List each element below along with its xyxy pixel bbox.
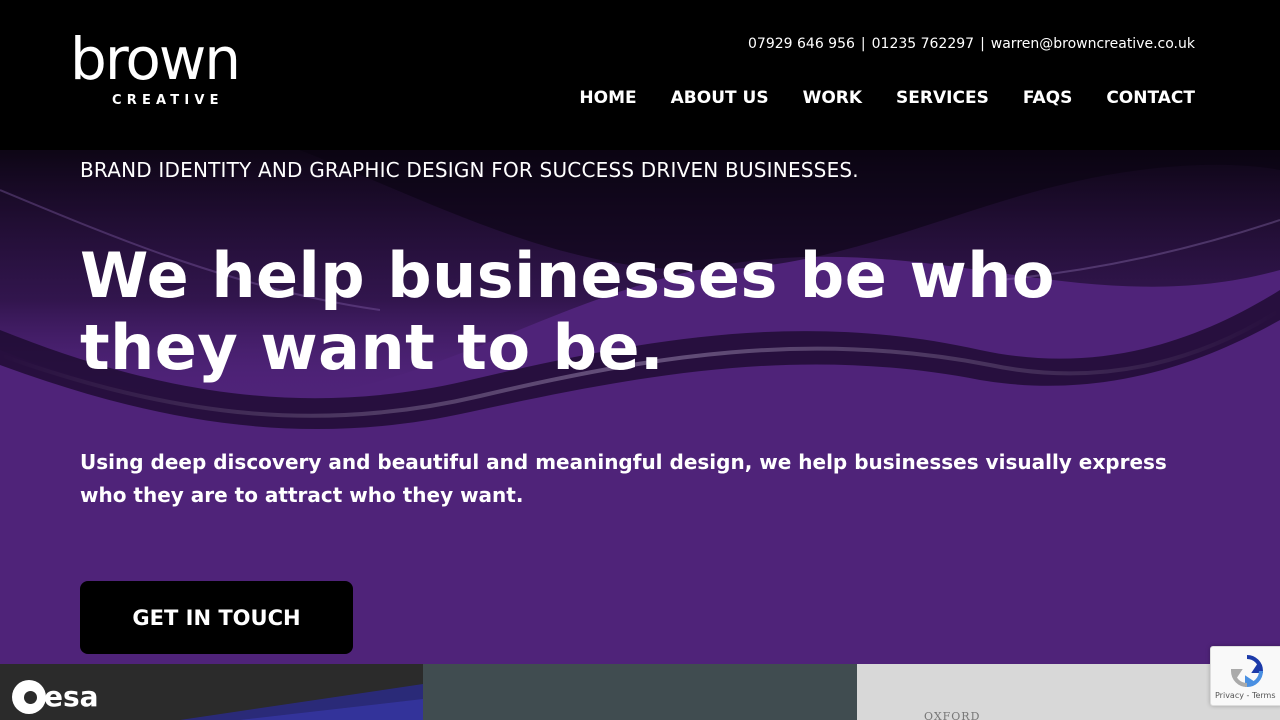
hero-section: BRAND IDENTITY AND GRAPHIC DESIGN FOR SU…	[0, 150, 1280, 664]
get-in-touch-button[interactable]: GET IN TOUCH	[80, 581, 353, 654]
phone-link-1[interactable]: 07929 646 956	[748, 36, 855, 52]
phone-link-2[interactable]: 01235 762297	[872, 36, 974, 52]
nav-item-faqs[interactable]: FAQS	[1023, 88, 1073, 108]
nav-item-contact[interactable]: CONTACT	[1106, 88, 1195, 108]
esa-mark-icon	[12, 680, 46, 714]
hero-tagline: BRAND IDENTITY AND GRAPHIC DESIGN FOR SU…	[80, 158, 859, 182]
hero-intro-text: Using deep discovery and beautiful and m…	[80, 450, 1167, 507]
brown-creative-logo[interactable]: brown CREATIVE	[70, 25, 260, 112]
nav-item-services[interactable]: SERVICES	[896, 88, 989, 108]
site-header: brown CREATIVE 07929 646 956 | 01235 76229…	[0, 0, 1280, 150]
portfolio-tile-2[interactable]	[423, 664, 857, 720]
recaptcha-privacy-terms[interactable]: Privacy - Terms	[1215, 691, 1276, 700]
nav-item-home[interactable]: HOME	[579, 88, 636, 108]
contact-bar: 07929 646 956 | 01235 762297 | warren@brownc…	[748, 36, 1195, 52]
portfolio-strip: esa OXFORD	[0, 664, 1280, 720]
main-nav: HOME ABOUT US WORK SERVICES FAQS CONTACT	[579, 88, 1195, 108]
nav-item-about-us[interactable]: ABOUT US	[671, 88, 769, 108]
hero-headline: We help businesses be who they want to b…	[80, 239, 1055, 384]
esa-logo-text: esa	[44, 680, 99, 713]
recaptcha-icon	[1230, 655, 1264, 688]
email-link[interactable]: warren@browncreative.co.uk	[991, 36, 1195, 52]
contact-separator: |	[860, 36, 866, 52]
esa-logo: esa	[12, 680, 99, 714]
recaptcha-badge[interactable]: Privacy - Terms	[1210, 646, 1280, 706]
nav-item-work[interactable]: WORK	[803, 88, 862, 108]
logo-subtitle: CREATIVE	[112, 93, 224, 108]
portfolio-tile-esa[interactable]: esa	[0, 664, 423, 720]
oxford-label: OXFORD	[924, 710, 981, 720]
contact-separator: |	[980, 36, 985, 52]
logo-wordmark: brown	[70, 25, 241, 93]
